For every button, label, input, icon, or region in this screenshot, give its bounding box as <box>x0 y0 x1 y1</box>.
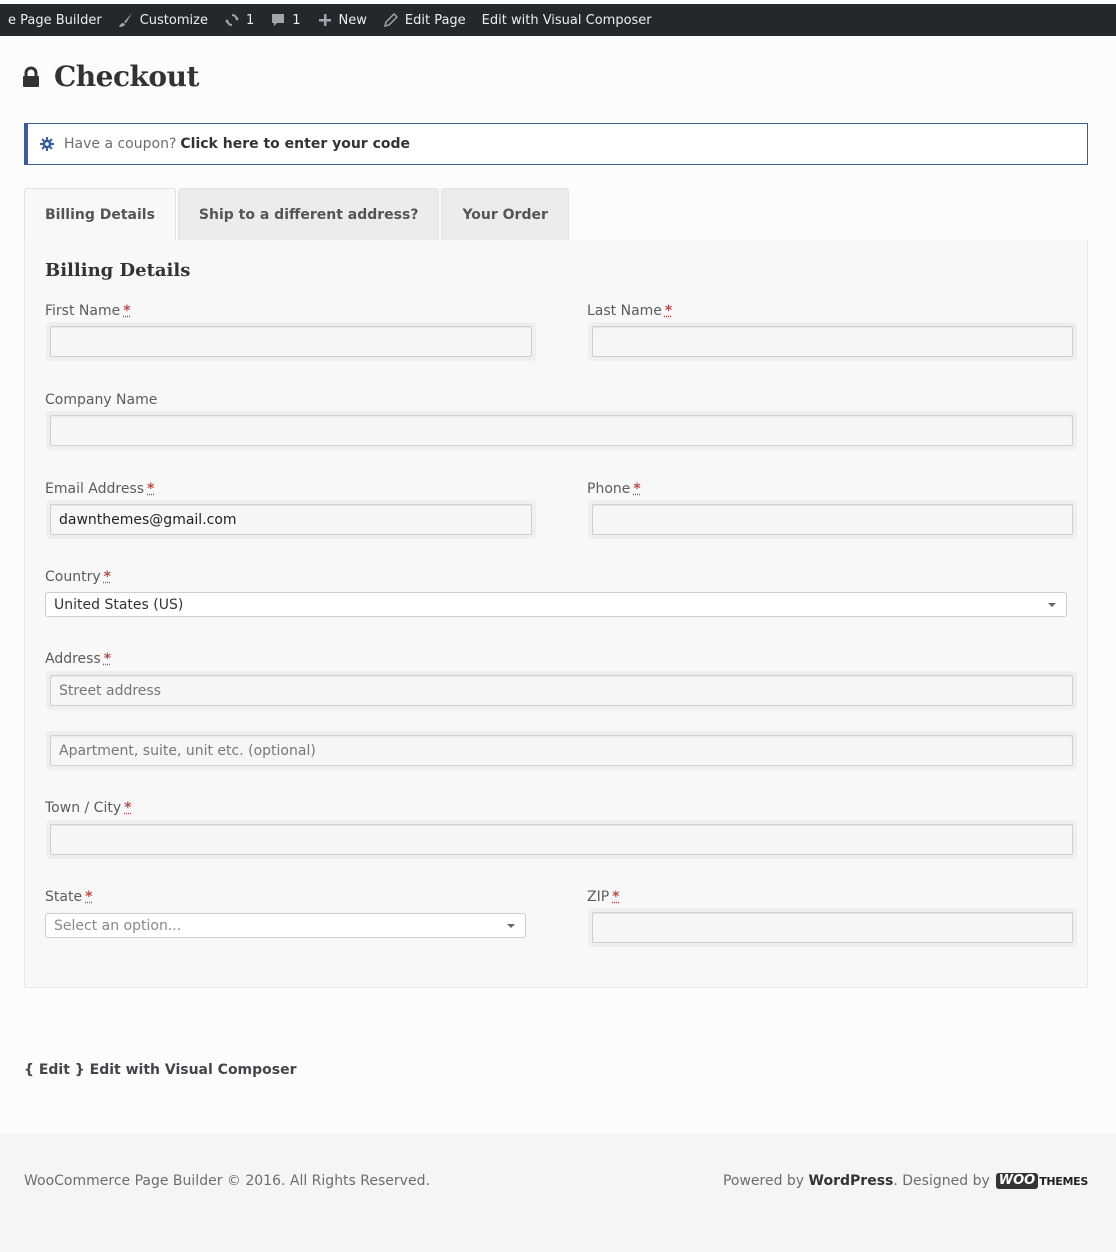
email-wrapper <box>46 500 536 539</box>
woothemes-logo[interactable]: WOO THEMES <box>995 1173 1088 1189</box>
state-selected-value: Select an option... <box>54 917 182 934</box>
plus-icon <box>318 14 331 26</box>
paintbrush-icon <box>118 13 132 27</box>
updates-icon <box>224 14 239 26</box>
adminbar-comments[interactable]: 1 <box>262 4 308 36</box>
first-name-label: First Name * <box>45 303 131 319</box>
phone-label-text: Phone <box>587 481 631 497</box>
designed-by-prefix: . Designed by <box>893 1173 990 1189</box>
adminbar-site-name[interactable]: e Page Builder <box>0 4 110 36</box>
coupon-link[interactable]: Click here to enter your code <box>180 136 410 152</box>
first-name-wrapper <box>46 322 536 361</box>
adminbar-customize-label: Customize <box>139 12 208 28</box>
adminbar-visual-composer[interactable]: Edit with Visual Composer <box>474 4 660 36</box>
tab-your-order[interactable]: Your Order <box>441 188 569 241</box>
page-title: Checkout <box>22 60 199 93</box>
coupon-notice: Have a coupon? Click here to enter your … <box>24 123 1088 165</box>
adminbar-site-name-label: e Page Builder <box>8 12 102 28</box>
woo-logo-mark: WOO <box>995 1173 1039 1189</box>
address-label-text: Address <box>45 651 101 667</box>
page-title-text: Checkout <box>54 60 199 93</box>
adminbar-new-label: New <box>338 12 367 28</box>
phone-wrapper <box>588 500 1077 539</box>
zip-wrapper <box>588 908 1077 947</box>
powered-by-prefix: Powered by <box>722 1173 805 1189</box>
country-label: Country * <box>45 569 111 585</box>
adminbar-edit-page-label: Edit Page <box>404 12 466 28</box>
email-label: Email Address * <box>45 481 154 497</box>
zip-input[interactable] <box>592 912 1073 943</box>
required-mark: * <box>124 800 132 816</box>
company-label-text: Company Name <box>45 392 158 408</box>
city-input[interactable] <box>50 824 1073 855</box>
adminbar-new[interactable]: New <box>309 4 375 36</box>
coupon-prompt: Have a coupon? <box>64 136 177 152</box>
city-label: Town / City * <box>45 800 131 816</box>
site-footer: WooCommerce Page Builder © 2016. All Rig… <box>0 1133 1116 1252</box>
company-input[interactable] <box>50 415 1073 446</box>
address-line2-input[interactable] <box>50 735 1073 766</box>
checkout-tabs: Billing Details Ship to a different addr… <box>24 188 571 241</box>
adminbar-comments-count: 1 <box>292 12 301 28</box>
state-label-text: State <box>45 889 83 905</box>
adminbar-edit-page[interactable]: Edit Page <box>375 4 474 36</box>
edit-visual-composer-link[interactable]: Edit with Visual Composer <box>90 1062 297 1078</box>
address-line1-wrapper <box>46 671 1077 710</box>
email-input[interactable] <box>50 504 532 535</box>
required-mark: * <box>147 481 155 497</box>
country-label-text: Country <box>45 569 101 585</box>
edit-links: { Edit } Edit with Visual Composer <box>24 1062 297 1078</box>
company-label: Company Name <box>45 392 157 408</box>
themes-logo-text: THEMES <box>1039 1174 1088 1188</box>
required-mark: * <box>633 481 641 497</box>
comment-icon <box>272 14 285 26</box>
billing-panel: Billing Details First Name * Last Name * C… <box>24 240 1088 988</box>
top-border <box>60 0 1116 4</box>
billing-heading: Billing Details <box>45 260 191 281</box>
required-mark: * <box>103 569 111 585</box>
email-label-text: Email Address <box>45 481 145 497</box>
adminbar-updates[interactable]: 1 <box>216 4 262 36</box>
required-mark: * <box>664 303 673 319</box>
phone-input[interactable] <box>592 504 1073 535</box>
state-label: State * <box>45 889 92 905</box>
last-name-label-text: Last Name <box>587 303 662 319</box>
tab-billing-details[interactable]: Billing Details <box>24 188 176 241</box>
required-mark: * <box>612 889 620 905</box>
required-mark: * <box>85 889 93 905</box>
last-name-input[interactable] <box>592 326 1073 357</box>
pencil-icon <box>383 12 398 28</box>
footer-copyright: WooCommerce Page Builder © 2016. All Rig… <box>24 1173 430 1189</box>
last-name-label: Last Name * <box>587 303 672 319</box>
first-name-input[interactable] <box>50 326 532 357</box>
address-line1-input[interactable] <box>50 675 1073 706</box>
chevron-down-icon <box>507 924 515 928</box>
wordpress-link[interactable]: WordPress <box>809 1173 894 1189</box>
address-label: Address * <box>45 651 111 667</box>
state-select[interactable]: Select an option... <box>45 913 526 938</box>
adminbar-customize[interactable]: Customize <box>110 4 216 36</box>
phone-label: Phone * <box>587 481 641 497</box>
tab-ship-different-address[interactable]: Ship to a different address? <box>177 188 440 241</box>
country-selected-value: United States (US) <box>54 596 184 613</box>
address-line2-wrapper <box>46 731 1077 770</box>
required-mark: * <box>103 651 112 667</box>
city-wrapper <box>46 820 1077 859</box>
lock-icon <box>23 66 39 87</box>
adminbar-updates-count: 1 <box>245 12 255 28</box>
zip-label-text: ZIP <box>587 889 610 905</box>
adminbar-visual-composer-label: Edit with Visual Composer <box>481 12 652 28</box>
required-mark: * <box>123 303 131 319</box>
gear-icon <box>40 137 54 151</box>
city-label-text: Town / City <box>45 800 122 816</box>
chevron-down-icon <box>1048 603 1056 607</box>
last-name-wrapper <box>588 322 1077 361</box>
first-name-label-text: First Name <box>45 303 121 319</box>
footer-credits: Powered by WordPress. Designed by WOO THE… <box>723 1173 1088 1189</box>
company-wrapper <box>46 411 1077 450</box>
zip-label: ZIP * <box>587 889 620 905</box>
country-select[interactable]: United States (US) <box>45 592 1067 617</box>
admin-bar: e Page Builder Customize 1 1 New Edit Pa… <box>0 0 1116 36</box>
edit-link[interactable]: { Edit } <box>24 1062 85 1078</box>
